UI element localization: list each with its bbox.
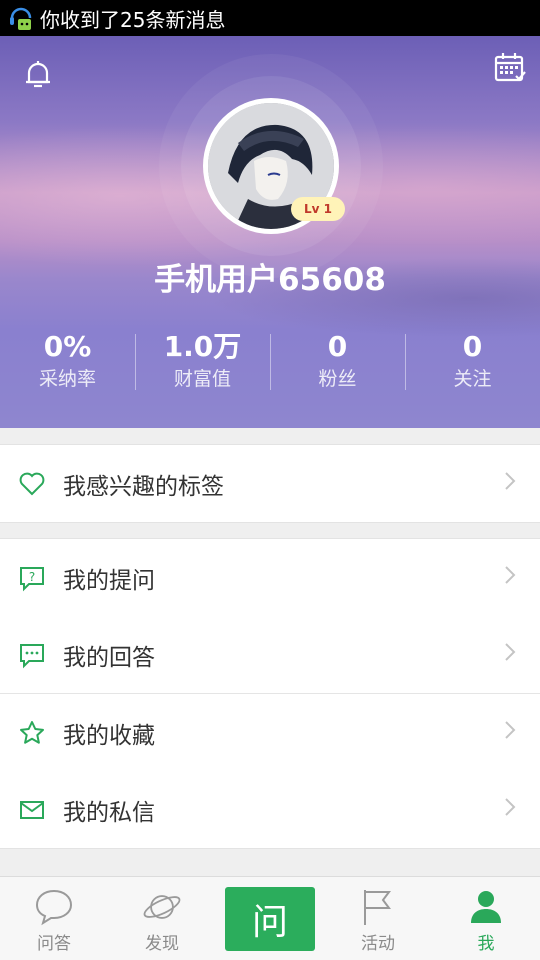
flag-icon xyxy=(358,887,398,927)
stat-adoption-rate[interactable]: 0% 采纳率 xyxy=(0,330,135,400)
menu-group-interests: 我感兴趣的标签 xyxy=(0,444,540,523)
stat-label: 财富值 xyxy=(173,368,231,390)
menu-item-label: 我的收藏 xyxy=(63,722,155,749)
chevron-right-icon xyxy=(504,471,524,497)
menu-item-questions[interactable]: ? 我的提问 xyxy=(0,539,540,616)
tab-me[interactable]: 我 xyxy=(432,877,540,960)
tab-label: 发现 xyxy=(145,934,179,954)
profile-header: Lv 1 手机用户65608 0% 采纳率 1.0万 财富值 0 粉丝 0 关注 xyxy=(0,36,540,428)
notification-text: 你收到了25条新消息 xyxy=(40,7,226,32)
tab-ask[interactable]: 问 xyxy=(216,877,324,960)
menu-item-messages[interactable]: 我的私信 xyxy=(0,771,540,848)
menu-group-qa: ? 我的提问 我的回答 我的收藏 我的私信 xyxy=(0,538,540,849)
ask-button[interactable]: 问 xyxy=(225,887,315,951)
speech-bubble-icon xyxy=(34,887,74,927)
envelope-icon xyxy=(17,795,47,825)
stat-value: 1.0万 xyxy=(163,330,242,363)
chat-bot-icon xyxy=(6,3,36,33)
chevron-right-icon xyxy=(504,797,524,823)
bottom-tab-bar: 问答 发现 问 活动 我 xyxy=(0,876,540,960)
stat-value: 0 xyxy=(327,330,348,363)
tab-label: 活动 xyxy=(361,934,395,954)
chevron-right-icon xyxy=(504,720,524,746)
chevron-right-icon xyxy=(504,642,524,668)
tab-label: 我 xyxy=(477,934,495,954)
level-badge: Lv 1 xyxy=(291,197,345,221)
stat-value: 0% xyxy=(43,330,92,363)
tab-qa[interactable]: 问答 xyxy=(0,877,108,960)
menu-item-label: 我感兴趣的标签 xyxy=(63,473,224,500)
menu-item-label: 我的私信 xyxy=(63,799,155,826)
menu-item-answers[interactable]: 我的回答 xyxy=(0,616,540,693)
chevron-right-icon xyxy=(504,565,524,591)
heart-icon xyxy=(17,469,47,499)
stat-following[interactable]: 0 关注 xyxy=(405,330,540,400)
menu-item-interests[interactable]: 我感兴趣的标签 xyxy=(0,445,540,522)
calendar-checkin-icon[interactable] xyxy=(492,50,528,86)
menu-item-favorites[interactable]: 我的收藏 xyxy=(0,694,540,771)
stat-label: 关注 xyxy=(453,368,492,390)
tab-discover[interactable]: 发现 xyxy=(108,877,216,960)
person-icon xyxy=(466,887,506,927)
stat-label: 采纳率 xyxy=(38,368,96,390)
planet-icon xyxy=(142,887,182,927)
stats-row: 0% 采纳率 1.0万 财富值 0 粉丝 0 关注 xyxy=(0,330,540,400)
question-bubble-icon: ? xyxy=(17,563,47,593)
answer-bubble-icon xyxy=(17,640,47,670)
stat-value: 0 xyxy=(462,330,483,363)
status-bar: 你收到了25条新消息 xyxy=(0,0,540,36)
bell-icon[interactable] xyxy=(20,56,56,92)
menu-item-label: 我的回答 xyxy=(63,644,155,671)
menu-item-label: 我的提问 xyxy=(63,567,155,594)
stat-wealth[interactable]: 1.0万 财富值 xyxy=(135,330,270,400)
star-icon xyxy=(17,718,47,748)
username: 手机用户65608 xyxy=(154,262,386,298)
stat-followers[interactable]: 0 粉丝 xyxy=(270,330,405,400)
stat-label: 粉丝 xyxy=(318,368,357,390)
svg-text:?: ? xyxy=(29,570,35,584)
tab-label: 问答 xyxy=(37,934,71,954)
tab-activity[interactable]: 活动 xyxy=(324,877,432,960)
